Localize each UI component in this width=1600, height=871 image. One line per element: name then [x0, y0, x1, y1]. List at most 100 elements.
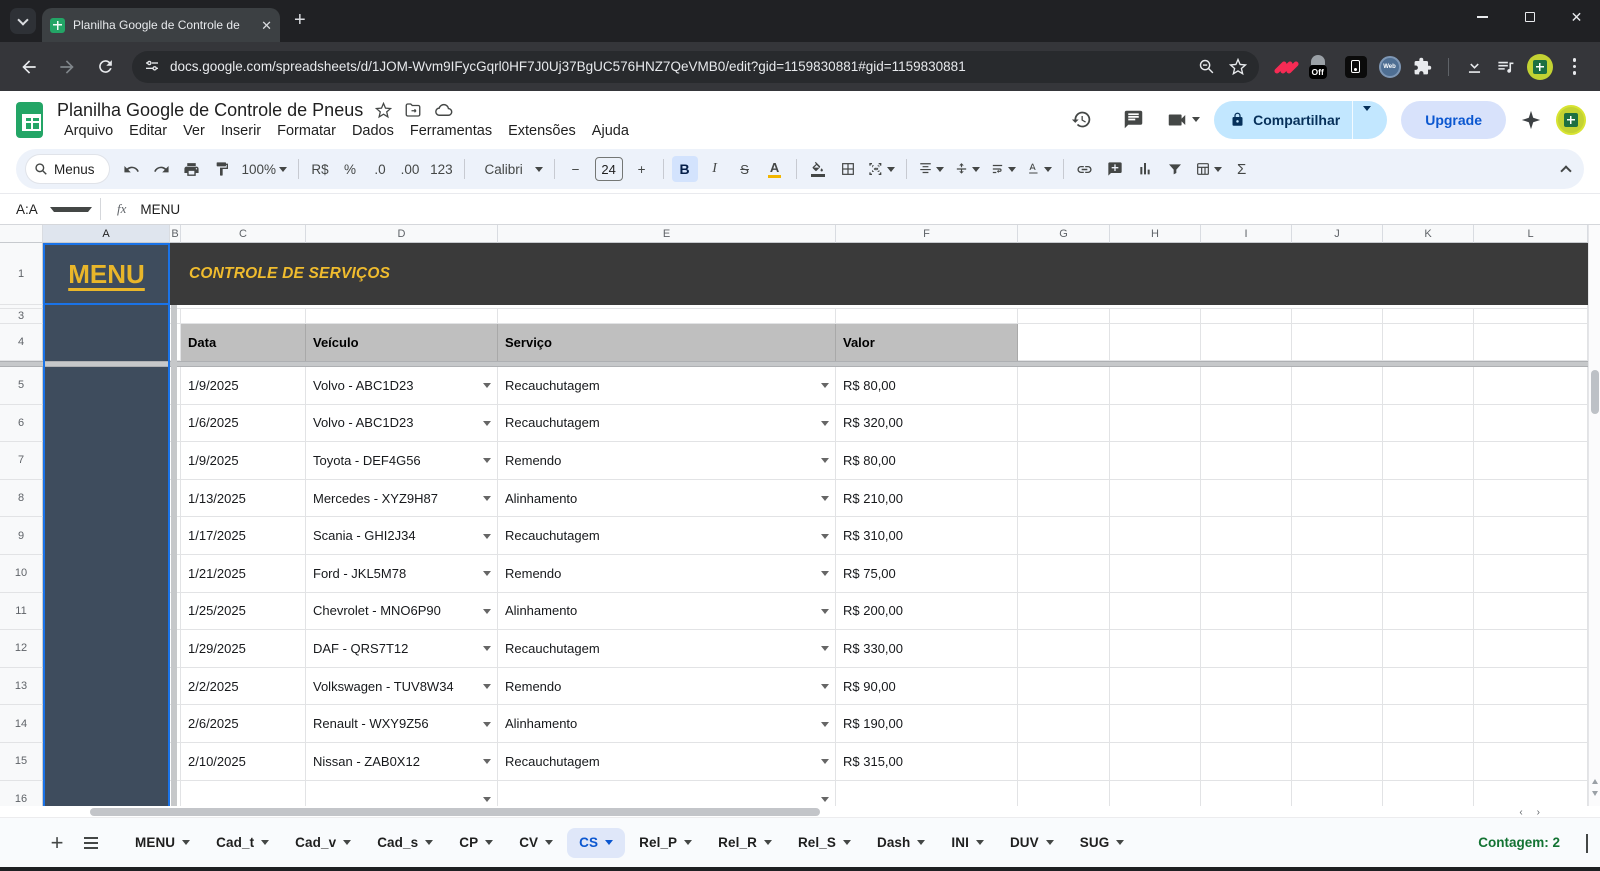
- cell-l6[interactable]: [1474, 404, 1588, 443]
- cell-g8[interactable]: [1018, 479, 1110, 518]
- cell-a16[interactable]: [43, 780, 170, 806]
- extensions-puzzle-icon[interactable]: [1413, 57, 1432, 76]
- menu-extensões[interactable]: Extensões: [501, 122, 583, 140]
- dropdown-arrow-icon[interactable]: [821, 420, 829, 426]
- sheet-tab-rel_s[interactable]: Rel_S: [786, 828, 863, 858]
- sheet-tab-dash[interactable]: Dash: [865, 828, 937, 858]
- cell-k15[interactable]: [1383, 742, 1474, 781]
- cell-value-8[interactable]: R$ 210,00: [836, 479, 1018, 518]
- row-header-4[interactable]: 4: [0, 324, 43, 361]
- cell-date-7[interactable]: 1/9/2025: [181, 442, 306, 480]
- cell-i4[interactable]: [1201, 324, 1292, 361]
- cell-h16[interactable]: [1110, 780, 1201, 806]
- cell-vehicle-9[interactable]: Scania - GHI2J34: [306, 517, 498, 555]
- cell-l14[interactable]: [1474, 705, 1588, 743]
- strikethrough-button[interactable]: S: [732, 156, 758, 182]
- cell-k4[interactable]: [1383, 324, 1474, 361]
- cell-g13[interactable]: [1018, 667, 1110, 706]
- header-servico[interactable]: Serviço: [498, 324, 836, 361]
- cell-g14[interactable]: [1018, 705, 1110, 743]
- bookmark-star-icon[interactable]: [1228, 57, 1247, 76]
- row-header-6[interactable]: 6: [0, 404, 43, 443]
- cell-a12[interactable]: [43, 630, 170, 668]
- cell-e3[interactable]: [498, 309, 836, 324]
- back-button[interactable]: [13, 51, 45, 83]
- cell-j12[interactable]: [1292, 630, 1383, 668]
- font-select[interactable]: Calibri: [473, 156, 546, 182]
- cell-date-14[interactable]: 2/6/2025: [181, 705, 306, 743]
- sheet-tab-cad_v[interactable]: Cad_v: [283, 828, 363, 858]
- zoom-select[interactable]: 100%: [239, 156, 291, 182]
- cell-l9[interactable]: [1474, 517, 1588, 555]
- cell-h3[interactable]: [1110, 309, 1201, 324]
- cell-vehicle-8[interactable]: Mercedes - XYZ9H87: [306, 479, 498, 518]
- cell-i5[interactable]: [1201, 367, 1292, 405]
- merge-cells-button[interactable]: [865, 156, 898, 182]
- column-header-k[interactable]: K: [1383, 225, 1474, 243]
- cell-date-9[interactable]: 1/17/2025: [181, 517, 306, 555]
- cell-a8[interactable]: [43, 479, 170, 518]
- cell-g6[interactable]: [1018, 404, 1110, 443]
- move-folder-icon[interactable]: [404, 101, 422, 119]
- tab-search-button[interactable]: [10, 8, 36, 34]
- cell-a3[interactable]: [43, 309, 170, 324]
- cell-l5[interactable]: [1474, 367, 1588, 405]
- header-valor[interactable]: Valor: [836, 324, 1018, 361]
- cell-h13[interactable]: [1110, 667, 1201, 706]
- dropdown-arrow-icon[interactable]: [483, 496, 491, 502]
- cell-value-5[interactable]: R$ 80,00: [836, 367, 1018, 405]
- cell-g10[interactable]: [1018, 554, 1110, 593]
- dropdown-arrow-icon[interactable]: [483, 383, 491, 389]
- text-rotation-button[interactable]: [1023, 156, 1055, 182]
- menu-inserir[interactable]: Inserir: [214, 122, 268, 140]
- cell-h7[interactable]: [1110, 442, 1201, 480]
- vertical-scrollbar-thumb[interactable]: [1591, 370, 1599, 414]
- cell-j4[interactable]: [1292, 324, 1383, 361]
- name-box[interactable]: A:A: [0, 202, 100, 217]
- dropdown-arrow-icon[interactable]: [821, 721, 829, 727]
- cell-k5[interactable]: [1383, 367, 1474, 405]
- dropdown-arrow-icon[interactable]: [821, 571, 829, 577]
- cell-l11[interactable]: [1474, 592, 1588, 631]
- cell-service-9[interactable]: Recauchutagem: [498, 517, 836, 555]
- insert-link-button[interactable]: [1072, 156, 1098, 182]
- cell-vehicle-6[interactable]: Volvo - ABC1D23: [306, 404, 498, 443]
- cell-l15[interactable]: [1474, 742, 1588, 781]
- sheet-tab-cs[interactable]: CS: [567, 827, 626, 858]
- cell-h5[interactable]: [1110, 367, 1201, 405]
- vertical-scrollbar[interactable]: [1588, 225, 1600, 806]
- cell-j15[interactable]: [1292, 742, 1383, 781]
- sheet-tab-cp[interactable]: CP: [447, 828, 505, 858]
- cell-vehicle-14[interactable]: Renault - WXY9Z56: [306, 705, 498, 743]
- cell-k16[interactable]: [1383, 780, 1474, 806]
- cell-j8[interactable]: [1292, 479, 1383, 518]
- cell-j11[interactable]: [1292, 592, 1383, 631]
- print-button[interactable]: [179, 156, 205, 182]
- column-header-e[interactable]: E: [498, 225, 836, 243]
- row-header-1[interactable]: 1: [0, 243, 43, 305]
- tab-close-icon[interactable]: ✕: [261, 19, 272, 32]
- media-playlist-icon[interactable]: [1496, 57, 1515, 76]
- column-header-g[interactable]: G: [1018, 225, 1110, 243]
- column-header-c[interactable]: C: [181, 225, 306, 243]
- cell-date-5[interactable]: 1/9/2025: [181, 367, 306, 405]
- menu-ver[interactable]: Ver: [176, 122, 212, 140]
- cell-value-6[interactable]: R$ 320,00: [836, 404, 1018, 443]
- cell-date-11[interactable]: 1/25/2025: [181, 592, 306, 631]
- borders-button[interactable]: [835, 156, 861, 182]
- cell-k9[interactable]: [1383, 517, 1474, 555]
- hide-toolbar-button[interactable]: [1560, 149, 1572, 189]
- menu-editar[interactable]: Editar: [122, 122, 174, 140]
- scroll-right-icon[interactable]: ›: [1537, 807, 1540, 818]
- menu-dados[interactable]: Dados: [345, 122, 401, 140]
- sheet-tab-rel_r[interactable]: Rel_R: [706, 828, 784, 858]
- menus-search-button[interactable]: Menus: [26, 155, 109, 183]
- cell-value-12[interactable]: R$ 330,00: [836, 630, 1018, 668]
- dropdown-arrow-icon[interactable]: [821, 759, 829, 765]
- cell-j7[interactable]: [1292, 442, 1383, 480]
- cell-j5[interactable]: [1292, 367, 1383, 405]
- cell-vehicle-12[interactable]: DAF - QRS7T12: [306, 630, 498, 668]
- text-wrap-button[interactable]: [987, 156, 1019, 182]
- cell-value-9[interactable]: R$ 310,00: [836, 517, 1018, 555]
- site-info-icon[interactable]: [144, 59, 160, 75]
